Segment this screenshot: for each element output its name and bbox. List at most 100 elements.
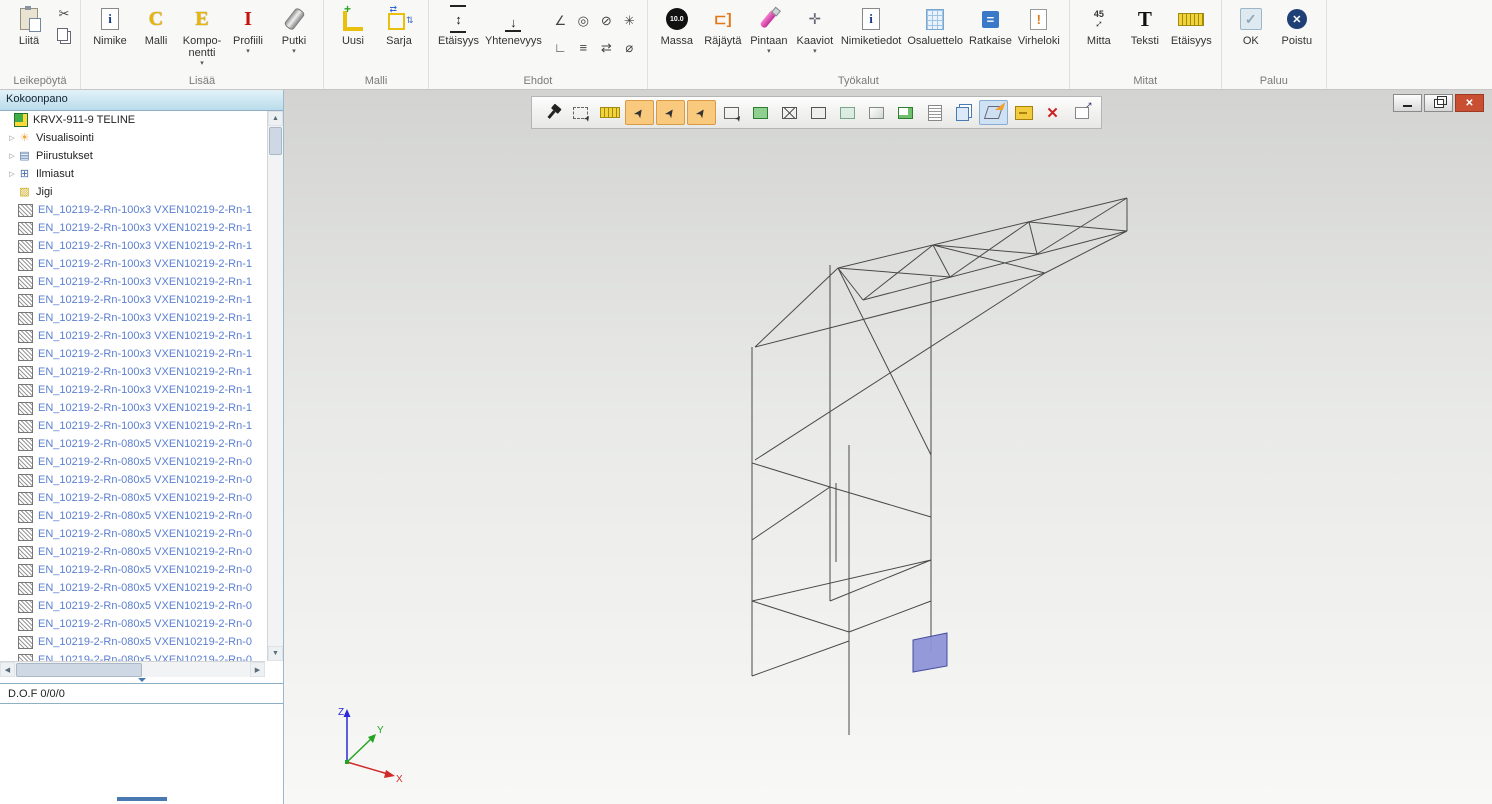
expand-arrow-icon[interactable]: ▷ — [6, 134, 18, 142]
malli-button[interactable]: C Malli — [133, 3, 179, 49]
snap-face-mode-icon[interactable]: ➤ — [687, 100, 716, 125]
scroll-left-arrow-icon[interactable]: ◀ — [0, 662, 15, 677]
perpendicular-constraint-icon[interactable]: ∟ — [554, 40, 567, 55]
diameter-constraint-icon[interactable]: ⌀ — [625, 40, 633, 56]
panel-splitter[interactable] — [0, 677, 283, 683]
virheloki-button[interactable]: ! Virheloki — [1015, 3, 1063, 49]
parallel-constraint-icon[interactable]: ⇄ — [601, 40, 612, 56]
tree-part-item[interactable]: EN_10219-2-Rn-100x3 VXEN10219-2-Rn-1 — [0, 237, 268, 255]
feature-list-icon[interactable] — [921, 101, 948, 124]
close-button[interactable]: ✕ — [1455, 94, 1484, 112]
tree-part-item[interactable]: EN_10219-2-Rn-080x5 VXEN10219-2-Rn-0 — [0, 435, 268, 453]
tree-part-item[interactable]: EN_10219-2-Rn-100x3 VXEN10219-2-Rn-1 — [0, 201, 268, 219]
tree-folder-item[interactable]: ▷☀Visualisointi — [0, 129, 268, 147]
restore-button[interactable] — [1424, 94, 1453, 112]
tree-part-item[interactable]: EN_10219-2-Rn-100x3 VXEN10219-2-Rn-1 — [0, 219, 268, 237]
teksti-button[interactable]: T Teksti — [1122, 3, 1168, 49]
tree-part-item[interactable]: EN_10219-2-Rn-080x5 VXEN10219-2-Rn-0 — [0, 597, 268, 615]
cut-button[interactable]: ✂ — [54, 5, 74, 23]
snap-line-mode-icon[interactable]: ➤ — [656, 100, 685, 125]
tangent-constraint-icon[interactable]: ⊘ — [601, 13, 612, 29]
tree-part-item[interactable]: EN_10219-2-Rn-080x5 VXEN10219-2-Rn-0 — [0, 615, 268, 633]
tree-part-item[interactable]: EN_10219-2-Rn-080x5 VXEN10219-2-Rn-0 — [0, 507, 268, 525]
liita-button[interactable]: Liitä — [6, 3, 52, 49]
open-view-icon[interactable] — [1068, 101, 1095, 124]
osaluettelo-button[interactable]: Osaluettelo — [904, 3, 966, 49]
tree-part-item[interactable]: EN_10219-2-Rn-080x5 VXEN10219-2-Rn-0 — [0, 651, 268, 661]
pushpin-icon[interactable] — [538, 101, 565, 124]
uusi-button[interactable]: Uusi — [330, 3, 376, 49]
scroll-down-arrow-icon[interactable]: ▼ — [268, 646, 283, 661]
ok-button[interactable]: ✓ OK — [1228, 3, 1274, 49]
tree-part-item[interactable]: EN_10219-2-Rn-080x5 VXEN10219-2-Rn-0 — [0, 453, 268, 471]
shade-face-icon[interactable] — [747, 101, 774, 124]
wireframe-display-icon[interactable] — [776, 101, 803, 124]
coincident-constraint-icon[interactable]: ✳ — [624, 13, 635, 29]
tree-part-item[interactable]: EN_10219-2-Rn-100x3 VXEN10219-2-Rn-1 — [0, 399, 268, 417]
poistu-button[interactable]: ✕ Poistu — [1274, 3, 1320, 49]
archive-icon[interactable] — [1010, 101, 1037, 124]
angle-constraint-icon[interactable]: ∠ — [555, 13, 567, 29]
expand-arrow-icon[interactable]: ▷ — [6, 170, 18, 178]
tree-part-item[interactable]: EN_10219-2-Rn-080x5 VXEN10219-2-Rn-0 — [0, 471, 268, 489]
profiili-button[interactable]: I Profiili ▾ — [225, 3, 271, 57]
nimiketiedot-button[interactable]: i Nimiketiedot — [838, 3, 905, 49]
shaded-edges-display-icon[interactable] — [892, 101, 919, 124]
copy-geometry-icon[interactable] — [950, 101, 977, 124]
yhtenevyys-button[interactable]: ↓ Yhtenevyys — [482, 3, 545, 49]
tree-folder-item[interactable]: ▷⊞Ilmiasut — [0, 165, 268, 183]
tree-part-item[interactable]: EN_10219-2-Rn-100x3 VXEN10219-2-Rn-1 — [0, 255, 268, 273]
sarja-button[interactable]: Sarja — [376, 3, 422, 49]
concentric-constraint-icon[interactable]: ◎ — [578, 13, 589, 29]
tree-part-item[interactable]: EN_10219-2-Rn-080x5 VXEN10219-2-Rn-0 — [0, 543, 268, 561]
scroll-up-arrow-icon[interactable]: ▲ — [268, 111, 283, 126]
tree-part-item[interactable]: EN_10219-2-Rn-080x5 VXEN10219-2-Rn-0 — [0, 525, 268, 543]
tree-part-item[interactable]: EN_10219-2-Rn-080x5 VXEN10219-2-Rn-0 — [0, 489, 268, 507]
horizontal-constraint-icon[interactable]: ≡ — [580, 40, 588, 55]
work-plane-icon[interactable] — [979, 100, 1008, 125]
tree-part-item[interactable]: EN_10219-2-Rn-100x3 VXEN10219-2-Rn-1 — [0, 345, 268, 363]
transparent-display-icon[interactable] — [834, 101, 861, 124]
rajayta-button[interactable]: ⊏] Räjäytä — [700, 3, 746, 49]
nimike-button[interactable]: i Nimike — [87, 3, 133, 49]
shaded-display-icon[interactable] — [863, 101, 890, 124]
tree-part-item[interactable]: EN_10219-2-Rn-100x3 VXEN10219-2-Rn-1 — [0, 291, 268, 309]
massa-button[interactable]: 10.0 Massa — [654, 3, 700, 49]
etaisyys-mitta-button[interactable]: Etäisyys — [1168, 3, 1215, 49]
mitta-button[interactable]: 45↔ Mitta — [1076, 3, 1122, 49]
scroll-right-arrow-icon[interactable]: ▶ — [250, 662, 265, 677]
tree-part-item[interactable]: EN_10219-2-Rn-100x3 VXEN10219-2-Rn-1 — [0, 381, 268, 399]
tree-part-item[interactable]: EN_10219-2-Rn-080x5 VXEN10219-2-Rn-0 — [0, 633, 268, 651]
tree-part-item[interactable]: EN_10219-2-Rn-100x3 VXEN10219-2-Rn-1 — [0, 363, 268, 381]
tree-part-item[interactable]: EN_10219-2-Rn-100x3 VXEN10219-2-Rn-1 — [0, 309, 268, 327]
tree-part-item[interactable]: EN_10219-2-Rn-080x5 VXEN10219-2-Rn-0 — [0, 561, 268, 579]
tree-folder-item[interactable]: ▷▤Piirustukset — [0, 147, 268, 165]
tree-part-item[interactable]: EN_10219-2-Rn-080x5 VXEN10219-2-Rn-0 — [0, 579, 268, 597]
tree-part-item[interactable]: EN_10219-2-Rn-100x3 VXEN10219-2-Rn-1 — [0, 327, 268, 345]
measure-ruler-icon[interactable] — [596, 101, 623, 124]
copy-button[interactable] — [54, 27, 74, 45]
tree-part-item[interactable]: EN_10219-2-Rn-100x3 VXEN10219-2-Rn-1 — [0, 417, 268, 435]
expand-arrow-icon[interactable]: ▷ — [6, 152, 18, 160]
splitter-handle[interactable] — [117, 797, 167, 801]
tree-folder-item[interactable]: ▨Jigi — [0, 183, 268, 201]
snap-point-mode-icon[interactable]: ➤ — [625, 100, 654, 125]
vertical-scrollbar[interactable]: ▲ ▼ — [267, 111, 283, 661]
pintaan-button[interactable]: Pintaan ▾ — [746, 3, 792, 57]
horizontal-scroll-thumb[interactable] — [16, 663, 142, 677]
viewport-3d[interactable] — [283, 90, 1492, 804]
kaaviot-button[interactable]: ✛ Kaaviot ▾ — [792, 3, 838, 57]
fit-selection-icon[interactable] — [567, 101, 594, 124]
komponentti-button[interactable]: E Kompo- nentti ▾ — [179, 3, 225, 69]
select-part-mode-icon[interactable] — [718, 101, 745, 124]
tree-root-item[interactable]: KRVX-911-9 TELINE — [0, 111, 268, 129]
horizontal-scrollbar[interactable]: ◀ ▶ — [0, 661, 265, 677]
hidden-line-display-icon[interactable] — [805, 101, 832, 124]
minimize-button[interactable] — [1393, 94, 1422, 112]
ratkaise-button[interactable]: = Ratkaise — [966, 3, 1015, 49]
delete-icon[interactable]: ✕ — [1039, 101, 1066, 124]
tree-part-item[interactable]: EN_10219-2-Rn-100x3 VXEN10219-2-Rn-1 — [0, 273, 268, 291]
putki-button[interactable]: Putki ▾ — [271, 3, 317, 57]
etaisyys-ehto-button[interactable]: ↕ Etäisyys — [435, 3, 482, 49]
vertical-scroll-thumb[interactable] — [269, 127, 282, 155]
